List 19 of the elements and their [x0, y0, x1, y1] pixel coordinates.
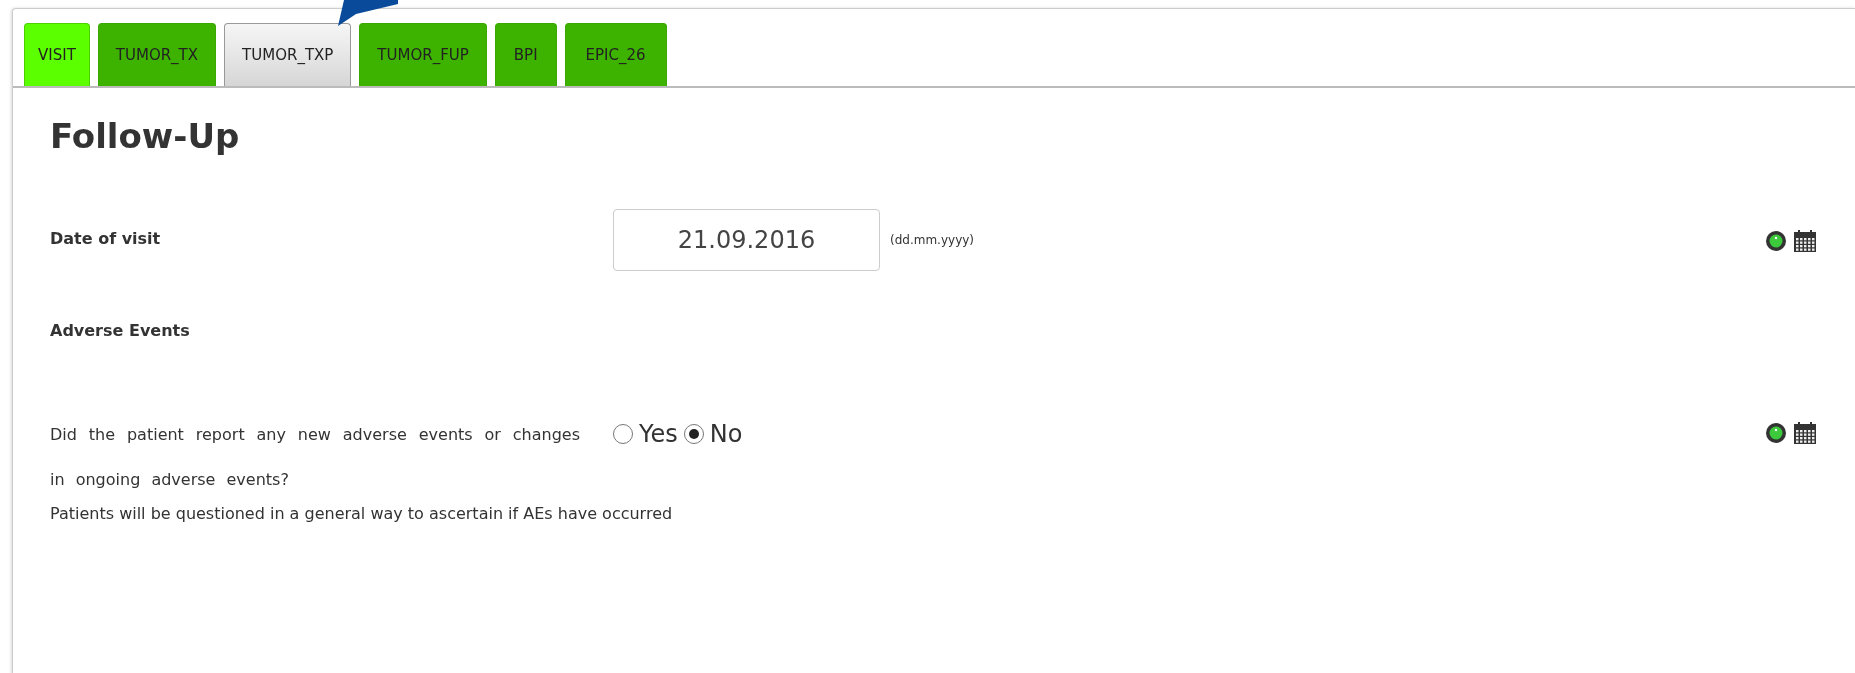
question-text: Did the patient report any new adverse events or changes in ongoing adverse events? [50, 424, 580, 491]
status-light-icon [1765, 230, 1787, 252]
help-text: Patients will be questioned in a general way to ascertain if AEs have occurred [50, 504, 673, 523]
section-title: Adverse Events [50, 321, 190, 340]
date-field[interactable]: 21.09.2016 [613, 209, 880, 271]
radio-option[interactable]: Yes [613, 420, 678, 448]
tab[interactable]: EPIC_26 [564, 23, 667, 86]
date-format-hint: (dd.mm.yyyy) [890, 233, 974, 247]
status-light-icon [1765, 422, 1787, 444]
tab[interactable]: BPI [494, 23, 557, 86]
field-label: Date of visit [50, 229, 161, 248]
tab[interactable]: TUMOR_TX [97, 23, 217, 86]
calendar-icon[interactable] [1793, 229, 1817, 253]
arrow-icon [338, 0, 398, 28]
tab[interactable]: TUMOR_FUP [359, 23, 487, 86]
page-heading: Follow-Up [50, 116, 240, 156]
calendar-icon[interactable] [1793, 421, 1817, 445]
tab[interactable]: VISIT [24, 23, 90, 86]
radio-option[interactable]: No [683, 420, 743, 448]
